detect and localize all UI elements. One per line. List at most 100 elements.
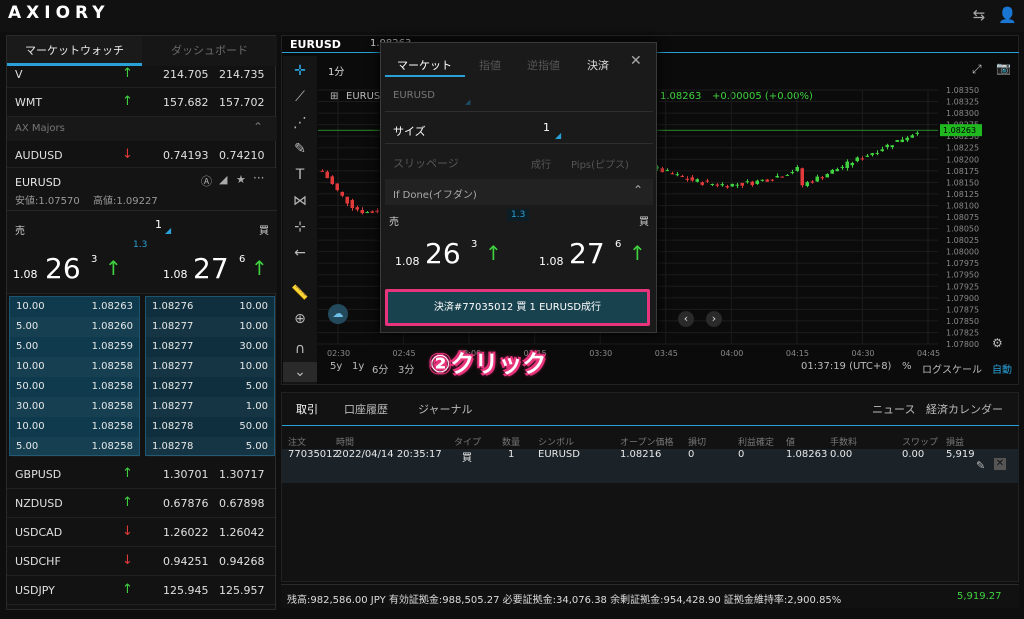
tab-close[interactable]: 決済 <box>587 57 609 73</box>
depth-cell: 30.00 <box>16 401 45 412</box>
depth-row[interactable]: 1.08277 30.00 <box>146 337 274 357</box>
size-input[interactable]: 1 <box>543 121 550 134</box>
zoom-in-icon[interactable]: ⊕ <box>283 306 317 332</box>
tab-stop[interactable]: 逆指値 <box>527 57 560 73</box>
chart-tab[interactable]: EURUSD <box>290 38 341 51</box>
depth-buy-table: 1.08276 10.00 1.08277 10.00 1.08277 30.00 1.08… <box>145 296 275 456</box>
range-1y[interactable]: 1y <box>352 361 364 372</box>
close-position-icon[interactable]: ✕ <box>994 458 1006 470</box>
ifdone-section[interactable]: If Done(イフダン) ⌃ <box>385 179 653 205</box>
depth-row[interactable]: 10.00 1.08263 <box>10 297 139 317</box>
cloud-icon[interactable]: ☁ <box>328 304 348 324</box>
edit-icon[interactable]: ✎ <box>976 459 985 472</box>
more-icon[interactable]: ··· <box>253 171 264 185</box>
list-item[interactable]: AUDUSD ↓ 0.74193 0.74210 <box>7 141 277 168</box>
depth-row[interactable]: 1.08277 10.00 <box>146 317 274 337</box>
candle <box>860 158 864 160</box>
x-tick-label: 02:45 <box>393 349 416 358</box>
range-5y[interactable]: 5y <box>330 361 342 372</box>
brush-icon[interactable]: ✎ <box>283 136 317 162</box>
x-tick-label: 04:15 <box>786 349 809 358</box>
candle <box>760 179 764 181</box>
arrow-down-icon: ↓ <box>122 524 133 539</box>
percent-toggle[interactable]: % <box>902 361 912 372</box>
bid-price: 1.26022 <box>163 526 209 539</box>
symbol-label: USDJPY <box>15 584 55 597</box>
sell-price-button[interactable]: 1.08 26 3 ↑ <box>11 252 139 288</box>
close-icon[interactable]: ✕ <box>630 53 642 69</box>
range-3m[interactable]: 3分 <box>398 361 414 376</box>
measure-icon[interactable]: ⊹ <box>283 214 317 240</box>
transfer-icon[interactable]: ⇆ <box>970 6 988 24</box>
depth-row[interactable]: 1.08278 5.00 <box>146 437 274 457</box>
eurusd-expanded: EURUSD 安値:1.07570 高値:1.09227 Ⓐ ◢ ★ ··· 売… <box>7 168 277 294</box>
symbol-field[interactable]: EURUSD <box>393 90 435 101</box>
fullscreen-icon[interactable]: ⤢ <box>972 62 982 77</box>
magnet-icon[interactable]: ∩ <box>283 336 317 362</box>
pattern-icon[interactable]: ⋈ <box>283 188 317 214</box>
crosshair-icon[interactable]: ✛ <box>283 58 317 84</box>
depth-cell: 10.00 <box>239 301 268 312</box>
candle <box>330 176 334 185</box>
depth-row[interactable]: 10.00 1.08258 <box>10 417 139 437</box>
tab-market-watch[interactable]: マーケットウォッチ <box>7 36 142 66</box>
sell-price-button[interactable]: 1.08 26 3 ↑ <box>391 237 511 277</box>
table-row[interactable]: 77035012 2022/04/14 20:35:17 買 1 EURUSD 1.082… <box>282 449 1019 483</box>
settings-icon[interactable]: ⚙ <box>992 336 1003 350</box>
alert-icon[interactable]: Ⓐ <box>201 173 212 189</box>
depth-row[interactable]: 5.00 1.08259 <box>10 337 139 357</box>
bid-price: 1.30701 <box>163 468 209 481</box>
range-6m[interactable]: 6分 <box>372 361 388 376</box>
arrow-left-icon[interactable]: ← <box>283 240 317 266</box>
list-item[interactable]: WMT ↑ 157.682 157.702 <box>7 88 277 117</box>
depth-row[interactable]: 1.08277 5.00 <box>146 377 274 397</box>
execute-close-button[interactable]: 決済#77035012 買 1 EURUSD成行 <box>385 289 650 326</box>
chevron-down-icon[interactable]: ⌄ <box>283 362 317 382</box>
quantity-input[interactable]: 1 <box>155 218 162 231</box>
list-item[interactable]: USDCHF ↓ 0.94251 0.94268 <box>7 547 277 576</box>
chart-icon[interactable]: ◢ <box>219 173 227 186</box>
tab-limit[interactable]: 指値 <box>479 57 501 73</box>
depth-row[interactable]: 5.00 1.08258 <box>10 437 139 457</box>
x-tick-label: 04:30 <box>851 349 874 358</box>
buy-price-button[interactable]: 1.08 27 6 ↑ <box>535 237 655 277</box>
depth-row[interactable]: 50.00 1.08258 <box>10 377 139 397</box>
depth-row[interactable]: 1.08277 1.00 <box>146 397 274 417</box>
depth-row[interactable]: 5.00 1.08260 <box>10 317 139 337</box>
arrow-up-icon: ↑ <box>105 256 122 280</box>
candle <box>845 161 849 169</box>
ruler-icon[interactable]: 📏 <box>283 280 317 306</box>
list-item[interactable]: NZDUSD ↑ 0.67876 0.67898 <box>7 489 277 518</box>
ask-price: 0.67898 <box>219 497 265 510</box>
tab-dashboard[interactable]: ダッシュボード <box>142 36 277 66</box>
depth-row[interactable]: 1.08277 10.00 <box>146 357 274 377</box>
tab-market[interactable]: マーケット <box>397 57 452 73</box>
depth-row[interactable]: 10.00 1.08258 <box>10 357 139 377</box>
trendline-icon[interactable]: ⟋ <box>283 84 317 110</box>
scroll-left-button[interactable]: ‹ <box>678 311 694 327</box>
list-item[interactable]: USDJPY ↑ 125.945 125.957 <box>7 576 277 605</box>
camera-icon[interactable]: 📷 <box>996 61 1011 75</box>
list-item[interactable]: USDCAD ↓ 1.26022 1.26042 <box>7 518 277 547</box>
auto-scale-toggle[interactable]: 自動 <box>992 361 1012 376</box>
depth-cell: 1.08258 <box>91 401 133 412</box>
buy-price-button[interactable]: 1.08 27 6 ↑ <box>157 252 275 288</box>
y-tick-label: 1.08025 <box>946 236 979 245</box>
candle <box>715 184 719 186</box>
list-item[interactable]: V ↑ 214.705 214.735 <box>7 66 277 88</box>
depth-row[interactable]: 1.08278 50.00 <box>146 417 274 437</box>
scroll-right-button[interactable]: › <box>706 311 722 327</box>
star-icon[interactable]: ★ <box>236 173 246 186</box>
arrow-down-icon: ↓ <box>122 553 133 568</box>
depth-row[interactable]: 1.08276 10.00 <box>146 297 274 317</box>
depth-row[interactable]: 30.00 1.08258 <box>10 397 139 417</box>
list-item[interactable]: GBPUSD ↑ 1.30701 1.30717 <box>7 460 277 489</box>
bid-price: 0.67876 <box>163 497 209 510</box>
section-header[interactable]: AX Majors ⌃ <box>7 117 277 141</box>
fib-icon[interactable]: ⋰ <box>283 110 317 136</box>
log-scale-toggle[interactable]: ログスケール <box>922 361 982 376</box>
user-icon[interactable]: 👤 <box>998 6 1017 24</box>
slippage-mode[interactable]: 成行 <box>531 156 551 171</box>
text-icon[interactable]: T <box>283 162 317 188</box>
y-tick-label: 1.08000 <box>946 248 979 257</box>
